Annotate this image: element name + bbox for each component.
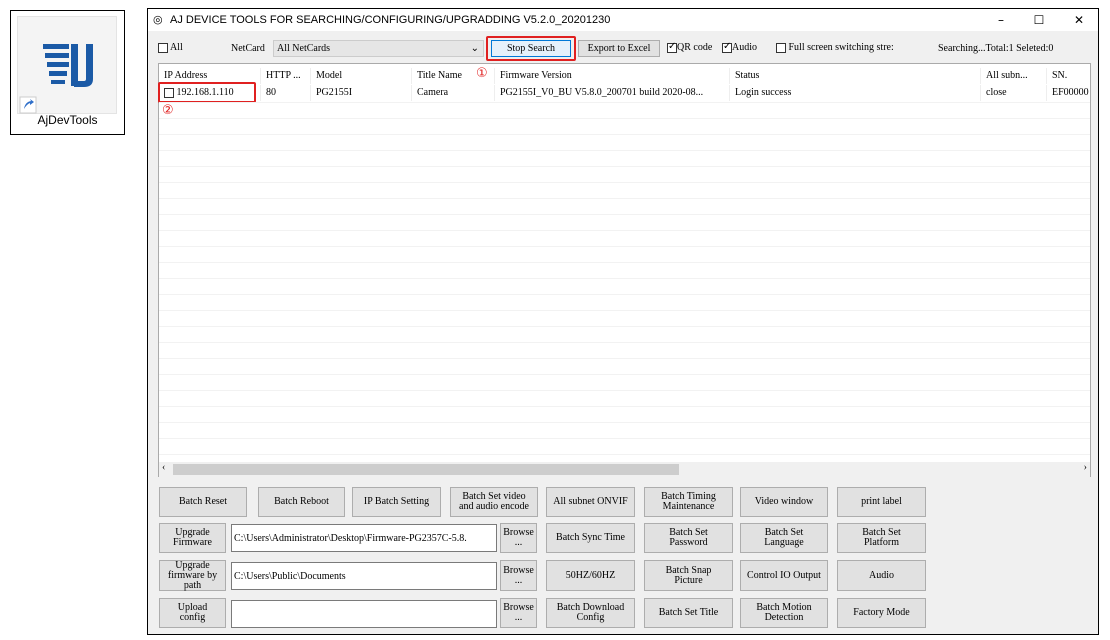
qr-code-checkbox[interactable]: QR code <box>667 41 713 53</box>
batch-snap-button[interactable]: Batch Snap Picture <box>644 560 733 591</box>
grid-line <box>159 390 1090 391</box>
grid-line <box>159 326 1090 327</box>
factory-mode-button[interactable]: Factory Mode <box>837 598 926 628</box>
col-subnet[interactable]: All subn... <box>981 68 1047 84</box>
browse-config-button[interactable]: Browse ... <box>500 598 537 628</box>
grid-line <box>159 310 1090 311</box>
title-bar: ◎ AJ DEVICE TOOLS FOR SEARCHING/CONFIGUR… <box>148 9 1098 31</box>
fullscreen-label: Full screen switching stre: <box>788 42 894 53</box>
grid-line <box>159 102 1090 103</box>
col-model[interactable]: Model <box>311 68 412 84</box>
netcard-value: All NetCards <box>277 43 331 54</box>
export-excel-button[interactable]: Export to Excel <box>578 40 660 57</box>
audio-checkbox[interactable]: Audio <box>722 41 757 53</box>
cell-firmware: PG2155I_V0_BU V5.8.0_200701 build 2020-0… <box>495 85 730 101</box>
app-window: ◎ AJ DEVICE TOOLS FOR SEARCHING/CONFIGUR… <box>147 8 1099 635</box>
grid-line <box>159 374 1090 375</box>
upgrade-firmware-button[interactable]: Upgrade Firmware <box>159 523 226 553</box>
batch-set-password-button[interactable]: Batch Set Password <box>644 523 733 553</box>
batch-video-encode-button[interactable]: Batch Set video and audio encode <box>450 487 538 517</box>
shortcut-label: AjDevTools <box>37 113 98 127</box>
batch-timing-button[interactable]: Batch Timing Maintenance <box>644 487 733 517</box>
highlight-box <box>158 82 256 103</box>
maximize-button[interactable]: ☐ <box>1024 9 1054 31</box>
qr-code-label: QR code <box>677 42 713 53</box>
all-subnet-onvif-button[interactable]: All subnet ONVIF <box>546 487 635 517</box>
device-table: IP Address HTTP ... Model Title Name Fir… <box>158 63 1092 477</box>
batch-motion-button[interactable]: Batch Motion Detection <box>740 598 828 628</box>
batch-sync-time-button[interactable]: Batch Sync Time <box>546 523 635 553</box>
annotation-one: ① <box>476 66 488 81</box>
firmware-path-input[interactable] <box>231 524 497 552</box>
ip-batch-setting-button[interactable]: IP Batch Setting <box>352 487 441 517</box>
app-icon: ◎ <box>153 14 163 26</box>
cell-title: Camera <box>412 85 495 101</box>
grid-line <box>159 150 1090 151</box>
grid-line <box>159 358 1090 359</box>
search-status: Searching...Total:1 Seleted:0 <box>938 43 1054 54</box>
close-button[interactable]: ✕ <box>1064 9 1094 31</box>
browse-path-button[interactable]: Browse ... <box>500 560 537 591</box>
netcard-label: NetCard <box>231 43 265 54</box>
grid-line <box>159 454 1090 455</box>
grid-line <box>159 406 1090 407</box>
cell-model: PG2155I <box>311 85 412 101</box>
desktop-shortcut[interactable]: AjDevTools <box>10 10 125 135</box>
batch-set-platform-button[interactable]: Batch Set Platform <box>837 523 926 553</box>
grid-line <box>159 278 1090 279</box>
video-window-button[interactable]: Video window <box>740 487 828 517</box>
batch-set-title-button[interactable]: Batch Set Title <box>644 598 733 628</box>
minimize-button[interactable]: – <box>986 9 1016 31</box>
grid-line <box>159 230 1090 231</box>
col-sn[interactable]: SN. <box>1047 68 1092 84</box>
chevron-down-icon: ⌄ <box>470 43 479 54</box>
select-all-label: All <box>169 42 183 53</box>
config-path-input[interactable] <box>231 600 497 628</box>
grid-line <box>159 342 1090 343</box>
fullscreen-checkbox[interactable]: Full screen switching stre: <box>776 42 924 53</box>
batch-reset-button[interactable]: Batch Reset <box>159 487 247 517</box>
grid-line <box>159 422 1090 423</box>
grid-line <box>159 182 1090 183</box>
grid-line <box>159 214 1090 215</box>
grid-line <box>159 134 1090 135</box>
upgrade-by-path-button[interactable]: Upgrade firmware by path <box>159 560 226 591</box>
grid-line <box>159 246 1090 247</box>
window-title: AJ DEVICE TOOLS FOR SEARCHING/CONFIGURIN… <box>170 14 611 26</box>
audio-button[interactable]: Audio <box>837 560 926 591</box>
cell-sn: EF00000 <box>1047 85 1092 101</box>
audio-label: Audio <box>732 42 757 53</box>
col-firmware[interactable]: Firmware Version <box>495 68 730 84</box>
hz-button[interactable]: 50HZ/60HZ <box>546 560 635 591</box>
col-http[interactable]: HTTP ... <box>261 68 311 84</box>
cell-status: Login success <box>730 85 981 101</box>
stop-search-button[interactable]: Stop Search <box>491 40 571 57</box>
grid-line <box>159 166 1090 167</box>
upload-config-button[interactable]: Upload config <box>159 598 226 628</box>
scroll-right-icon[interactable]: › <box>1084 462 1087 473</box>
batch-set-language-button[interactable]: Batch Set Language <box>740 523 828 553</box>
control-io-button[interactable]: Control IO Output <box>740 560 828 591</box>
grid-line <box>159 118 1090 119</box>
grid-line <box>159 438 1090 439</box>
scroll-left-icon[interactable]: ‹ <box>162 462 165 473</box>
annotation-two: ② <box>162 103 174 118</box>
grid-line <box>159 262 1090 263</box>
col-status[interactable]: Status <box>730 68 981 84</box>
netcard-select[interactable]: All NetCards ⌄ <box>273 40 484 57</box>
browse-firmware-button[interactable]: Browse ... <box>500 523 537 553</box>
select-all-checkbox[interactable]: All <box>158 42 183 53</box>
batch-reboot-button[interactable]: Batch Reboot <box>258 487 345 517</box>
cell-subnet: close <box>981 85 1047 101</box>
horizontal-scrollbar[interactable]: ‹ › <box>159 462 1090 477</box>
app-icon <box>17 16 117 114</box>
path-input[interactable] <box>231 562 497 590</box>
cell-http: 80 <box>261 85 311 101</box>
scrollbar-thumb[interactable] <box>173 464 679 475</box>
grid-line <box>159 198 1090 199</box>
grid-line <box>159 294 1090 295</box>
print-label-button[interactable]: print label <box>837 487 926 517</box>
batch-download-config-button[interactable]: Batch Download Config <box>546 598 635 628</box>
